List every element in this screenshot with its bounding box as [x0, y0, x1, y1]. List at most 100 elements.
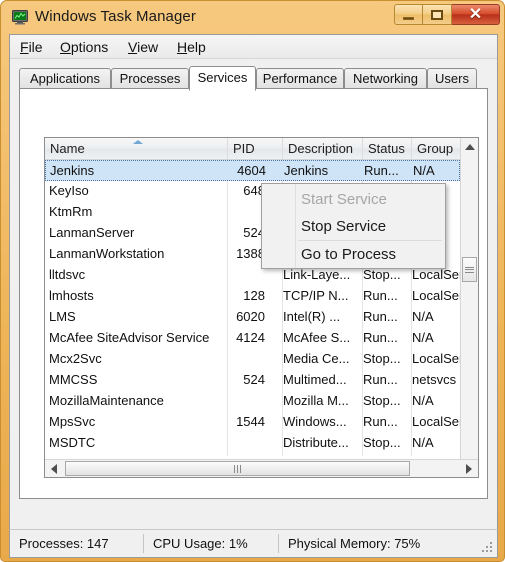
scroll-right-button[interactable] [460, 460, 478, 477]
table-row[interactable]: Mcx2Svc Media Ce... Stop... LocalSer... [45, 349, 460, 370]
table-row[interactable]: MSDTC Distribute... Stop... N/A [45, 433, 460, 454]
menu-help-accel: H [177, 39, 188, 55]
status-physical-memory: Physical Memory: 75% [288, 536, 421, 551]
cell-status: Run... [363, 309, 398, 324]
cell-description: Windows... [283, 414, 347, 429]
cell-name: LanmanWorkstation [49, 246, 165, 261]
cell-description: Mozilla M... [283, 393, 349, 408]
cell-pid [228, 454, 272, 456]
scroll-left-button[interactable] [45, 460, 63, 477]
cell-pid: 524 [243, 372, 265, 387]
horizontal-scroll-thumb[interactable] [65, 461, 410, 476]
status-bar: Processes: 147 CPU Usage: 1% Physical Me… [9, 529, 498, 558]
table-row[interactable]: LMS 6020 Intel(R) ... Run... N/A [45, 307, 460, 328]
cell-status: Stop... [363, 393, 401, 408]
status-processes: Processes: 147 [19, 536, 109, 551]
cell-status: Stop... [363, 351, 401, 366]
cell-name: MMCSS [49, 372, 98, 387]
cell-name: Jenkins [50, 163, 95, 178]
cell-pid [228, 433, 272, 454]
menu-item-go-to-process[interactable]: Go to Process [263, 241, 445, 268]
cell-pid [228, 391, 272, 412]
tab-users[interactable]: Users [427, 68, 477, 89]
cell-status: Run... [363, 330, 398, 345]
cell-name: MSiSCSI [49, 454, 225, 456]
cell-name: MozillaMaintenance [49, 393, 164, 408]
column-header-pid[interactable]: PID [228, 138, 283, 159]
cell-pid: 1544 [236, 414, 265, 429]
services-tab-panel: Name PID Description Status Group Jenkin… [19, 88, 488, 499]
sort-ascending-icon [133, 140, 143, 144]
tab-processes[interactable]: Processes [111, 68, 189, 89]
cell-name: lmhosts [49, 288, 94, 303]
list-header: Name PID Description Status Group [45, 138, 478, 160]
table-row[interactable]: McAfee SiteAdvisor Service 4124 McAfee S… [45, 328, 460, 349]
cell-description: Intel(R) ... [283, 309, 341, 324]
cell-name: Mcx2Svc [49, 351, 102, 366]
cell-name: MpsSvc [49, 414, 96, 429]
cell-description: Media Ce... [283, 351, 350, 366]
resize-grip-icon[interactable] [482, 542, 494, 554]
column-header-description[interactable]: Description [283, 138, 363, 159]
cell-group: LocalSer... [412, 351, 460, 366]
table-row[interactable]: MozillaMaintenance Mozilla M... Stop... … [45, 391, 460, 412]
cell-name: lltdsvc [49, 267, 86, 282]
cell-group: N/A [412, 309, 434, 324]
task-manager-window: Windows Task Manager ✕ File Options View… [0, 0, 505, 562]
close-icon: ✕ [468, 5, 483, 23]
vertical-scroll-thumb[interactable] [462, 257, 477, 282]
menu-view-label: iew [137, 39, 159, 55]
client-area: File Options View Help Applications Proc… [9, 34, 498, 555]
cell-name: LanmanServer [49, 225, 135, 240]
cell-group: N/A [412, 330, 434, 345]
menu-options[interactable]: Options [56, 38, 112, 56]
cell-status: Run... [364, 163, 399, 178]
context-menu[interactable]: Start Service Stop Service Go to Process [261, 183, 446, 269]
cell-status: Run... [363, 288, 398, 303]
cell-pid: 6020 [236, 309, 265, 324]
maximize-icon [431, 9, 443, 20]
tab-services[interactable]: Services [189, 66, 256, 91]
cell-group: LocalSer... [412, 288, 460, 303]
horizontal-scrollbar[interactable] [45, 459, 478, 477]
column-header-status[interactable]: Status [363, 138, 412, 159]
cell-group: LocalSer... [412, 414, 460, 429]
menu-help[interactable]: Help [173, 38, 210, 56]
close-button[interactable]: ✕ [452, 4, 500, 25]
menu-file[interactable]: File [16, 38, 47, 56]
cell-name: KeyIso [49, 183, 89, 198]
menu-options-label: ptions [70, 39, 109, 55]
triangle-right-icon [466, 463, 472, 474]
cell-description: Microsoft... [283, 454, 351, 456]
cell-description: Jenkins [284, 163, 329, 178]
menu-view[interactable]: View [124, 38, 162, 56]
scroll-up-button[interactable] [461, 138, 478, 156]
table-row[interactable]: MSiSCSI Microsoft... Stop... netsvcs [45, 454, 460, 456]
minimize-button[interactable] [394, 4, 423, 25]
vertical-scrollbar[interactable] [460, 138, 478, 477]
status-cpu-usage: CPU Usage: 1% [153, 536, 248, 551]
maximize-button[interactable] [423, 4, 452, 25]
tab-performance[interactable]: Performance [256, 68, 344, 89]
menu-options-accel: O [60, 39, 71, 55]
table-row[interactable]: Jenkins 4604 Jenkins Run... N/A [45, 160, 460, 181]
tab-applications[interactable]: Applications [19, 68, 111, 89]
cell-status: Run... [363, 372, 398, 387]
menu-file-label: ile [28, 39, 43, 55]
cell-pid: 128 [243, 288, 265, 303]
task-manager-icon [12, 10, 28, 25]
cell-description: TCP/IP N... [283, 288, 349, 303]
table-row[interactable]: lmhosts 128 TCP/IP N... Run... LocalSer.… [45, 286, 460, 307]
minimize-icon [403, 16, 414, 20]
menu-file-accel: F [20, 39, 29, 55]
menu-item-stop-service[interactable]: Stop Service [263, 213, 445, 240]
cell-pid: 4124 [236, 330, 265, 345]
title-bar[interactable]: Windows Task Manager ✕ [1, 1, 504, 35]
tab-networking[interactable]: Networking [344, 68, 427, 89]
grip-icon [465, 265, 474, 274]
triangle-left-icon [51, 463, 57, 474]
cell-status: Run... [363, 414, 398, 429]
table-row[interactable]: MpsSvc 1544 Windows... Run... LocalSer..… [45, 412, 460, 433]
cell-description: Distribute... [283, 435, 349, 450]
table-row[interactable]: MMCSS 524 Multimed... Run... netsvcs [45, 370, 460, 391]
